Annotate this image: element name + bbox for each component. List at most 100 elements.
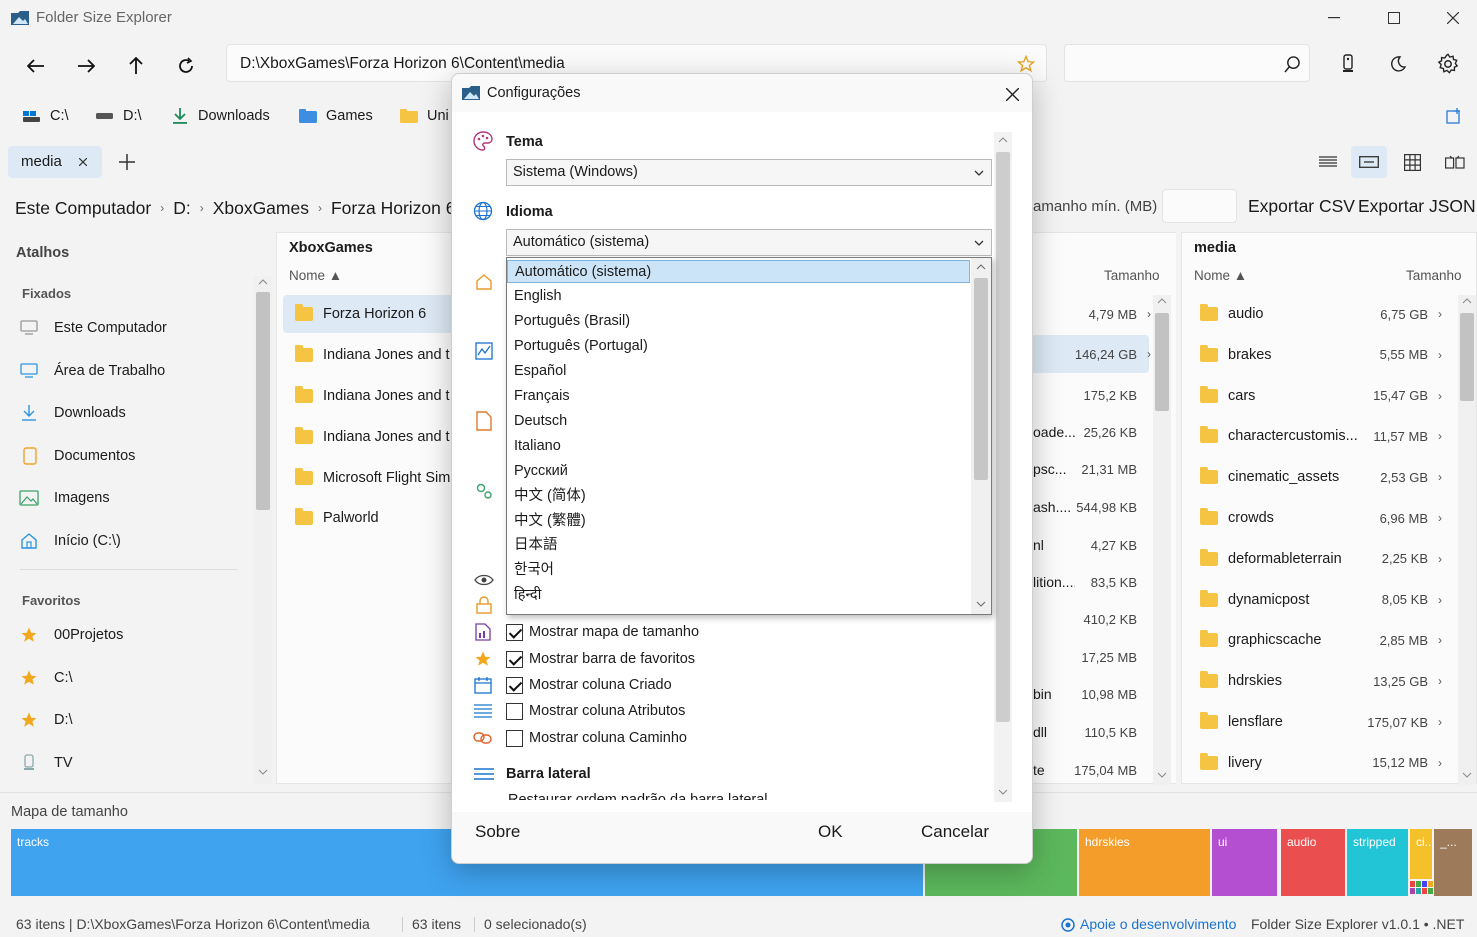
chevron-right-icon[interactable]: › — [1438, 307, 1442, 321]
chevron-right-icon[interactable]: › — [1147, 307, 1151, 321]
scrollbar-thumb[interactable] — [996, 152, 1010, 722]
list-item[interactable]: cars 15,47 GB › — [1188, 377, 1454, 415]
quick-downloads[interactable]: Downloads — [198, 108, 270, 124]
list-item[interactable]: dll 110,5 KB — [1033, 713, 1149, 751]
language-option[interactable]: Deutsch — [507, 409, 970, 434]
language-option[interactable]: Automático (sistema) — [507, 260, 970, 283]
list-item[interactable]: Microsoft Flight Sim — [283, 459, 463, 497]
list-item[interactable]: Forza Horizon 6 — [283, 295, 463, 333]
scrollbar-thumb[interactable] — [256, 292, 270, 510]
list-item[interactable]: 17,25 MB — [1033, 638, 1149, 676]
breadcrumb-item[interactable]: D: — [173, 198, 191, 219]
close-icon[interactable] — [1002, 84, 1022, 104]
min-size-input[interactable] — [1162, 189, 1237, 223]
sidebar-favorite[interactable]: TV — [14, 744, 234, 782]
language-option[interactable]: Português (Portugal) — [507, 334, 970, 359]
export-json-button[interactable]: Exportar JSON — [1358, 196, 1476, 217]
heart-icon[interactable] — [1060, 917, 1076, 933]
chevron-right-icon[interactable]: › — [1438, 633, 1442, 647]
scroll-up-icon[interactable] — [997, 134, 1009, 146]
grid-view-icon[interactable] — [1401, 151, 1423, 173]
quick-games[interactable]: Games — [326, 108, 373, 124]
remote-icon[interactable] — [1336, 52, 1360, 76]
list-item[interactable]: 4,79 MB › — [1033, 295, 1151, 333]
list-item[interactable]: ash.... 544,98 KB — [1033, 488, 1149, 526]
quick-d[interactable]: D:\ — [123, 108, 142, 124]
checkbox-label[interactable]: Mostrar mapa de tamanho — [529, 624, 699, 640]
size-map-mini-tile[interactable] — [1416, 888, 1421, 894]
sidebar-favorite[interactable]: C:\ — [14, 659, 234, 697]
language-option[interactable]: 한국어 — [507, 558, 970, 583]
add-favorite-icon[interactable] — [1444, 106, 1464, 126]
list-item[interactable]: brakes 5,55 MB › — [1188, 336, 1454, 374]
sidebar-item-images[interactable]: Imagens — [14, 479, 234, 517]
chevron-right-icon[interactable]: › — [1438, 756, 1442, 770]
size-map-tile[interactable]: audio — [1281, 829, 1345, 896]
size-map-tile[interactable]: ci... — [1410, 829, 1432, 879]
checkbox-label[interactable]: Mostrar coluna Caminho — [529, 730, 687, 746]
list-item[interactable]: psc... 21,31 MB — [1033, 450, 1149, 488]
chevron-right-icon[interactable]: › — [1438, 593, 1442, 607]
chevron-right-icon[interactable]: › — [1438, 389, 1442, 403]
refresh-icon[interactable] — [172, 52, 200, 80]
scroll-down-icon[interactable] — [975, 598, 987, 610]
scroll-up-icon[interactable] — [257, 276, 269, 288]
scroll-up-icon[interactable] — [1156, 295, 1168, 307]
size-map-mini-tile[interactable] — [1422, 881, 1427, 887]
checkbox-label[interactable]: Mostrar barra de favoritos — [529, 651, 695, 667]
sidebar-item-downloads[interactable]: Downloads — [14, 394, 234, 432]
list-item[interactable]: graphicscache 2,85 MB › — [1188, 621, 1454, 659]
checkbox-label[interactable]: Mostrar coluna Atributos — [529, 703, 685, 719]
maximize-icon[interactable] — [1382, 6, 1406, 30]
chevron-right-icon[interactable]: › — [1438, 348, 1442, 362]
list-item[interactable]: lensflare 175,07 KB › — [1188, 703, 1454, 741]
size-map-tile[interactable]: hdrskies — [1079, 829, 1210, 896]
size-map-tile[interactable]: ui — [1212, 829, 1277, 896]
show-size-map-checkbox[interactable] — [506, 624, 523, 641]
dialog-scrollbar[interactable] — [994, 132, 1012, 802]
scrollbar-thumb[interactable] — [1155, 313, 1169, 411]
chevron-right-icon[interactable]: › — [1438, 511, 1442, 525]
search-box[interactable] — [1064, 44, 1310, 82]
scrollbar-thumb[interactable] — [1460, 313, 1474, 401]
list-item[interactable]: lition.... 83,5 KB — [1033, 563, 1149, 601]
chevron-right-icon[interactable]: › — [1438, 674, 1442, 688]
language-option[interactable]: Español — [507, 359, 970, 384]
sidebar-favorite[interactable]: D:\ — [14, 701, 234, 739]
list-item[interactable]: te 175,04 MB — [1033, 751, 1149, 789]
forward-icon[interactable] — [72, 52, 100, 80]
size-map-tile[interactable]: stripped — [1347, 829, 1408, 896]
star-favorite-icon[interactable] — [1015, 53, 1037, 75]
language-option[interactable]: English — [507, 284, 970, 309]
list-item[interactable]: livery 15,12 MB › — [1188, 744, 1454, 782]
language-option[interactable]: Русский — [507, 459, 970, 484]
chevron-right-icon[interactable]: › — [1438, 470, 1442, 484]
list-item[interactable]: bin 10,98 MB — [1033, 675, 1149, 713]
cancel-button[interactable]: Cancelar — [921, 822, 989, 842]
scroll-down-icon[interactable] — [1461, 769, 1473, 781]
scroll-down-icon[interactable] — [997, 786, 1009, 798]
chevron-right-icon[interactable]: › — [1438, 715, 1442, 729]
list-item[interactable]: Indiana Jones and t — [283, 418, 463, 456]
sort-name-header[interactable]: Nome ▲ — [289, 268, 342, 283]
column-scrollbar[interactable] — [1153, 295, 1171, 785]
moon-icon[interactable] — [1386, 52, 1410, 76]
export-csv-button[interactable]: Exportar CSV — [1248, 196, 1355, 217]
list-item[interactable]: 146,24 GB › — [1033, 335, 1151, 373]
breadcrumb-item[interactable]: XboxGames — [213, 198, 309, 219]
close-tab-icon[interactable] — [76, 155, 90, 169]
language-option[interactable]: 日本語 — [507, 533, 970, 558]
sidebar-scrollbar[interactable] — [254, 276, 272, 784]
size-map-mini-tile[interactable] — [1410, 888, 1415, 894]
show-path-column-checkbox[interactable] — [506, 730, 523, 747]
ok-button[interactable]: OK — [818, 822, 843, 842]
quick-c[interactable]: C:\ — [50, 108, 69, 124]
up-icon[interactable] — [122, 52, 150, 80]
language-option[interactable]: 中文 (繁體) — [507, 509, 970, 534]
sort-name-header[interactable]: Nome ▲ — [1194, 268, 1247, 283]
scroll-up-icon[interactable] — [975, 261, 987, 273]
language-option[interactable]: 中文 (简体) — [507, 484, 970, 509]
size-map-mini-tile[interactable] — [1416, 881, 1421, 887]
quick-uni[interactable]: Uni — [427, 108, 449, 124]
list-item[interactable]: audio 6,75 GB › — [1188, 295, 1454, 333]
